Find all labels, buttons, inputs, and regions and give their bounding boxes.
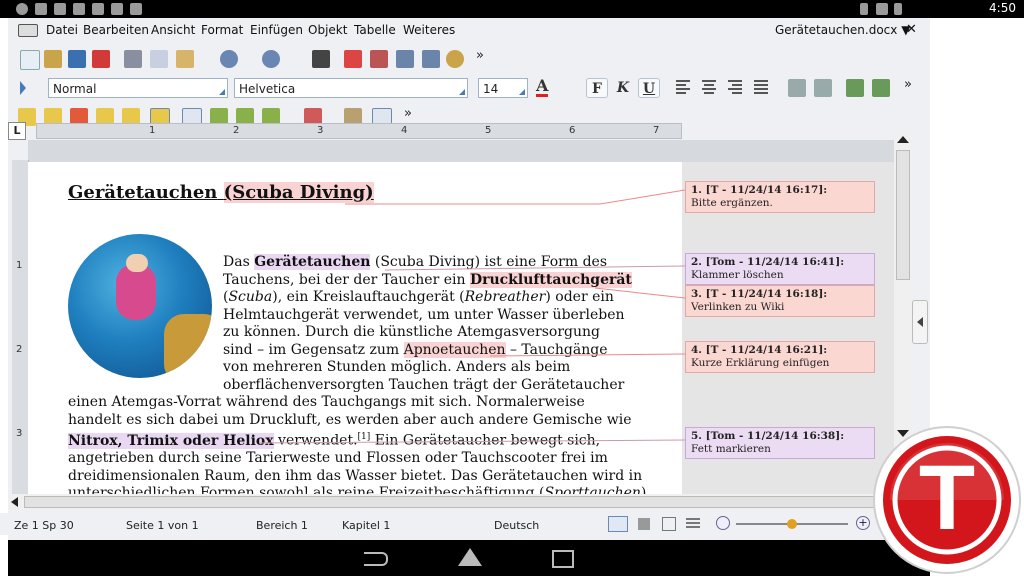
comment-4[interactable]: 4. [T - 11/24/14 16:21]: Kurze Erklärung … — [685, 341, 875, 373]
status-bar: Ze 1 Sp 30 Seite 1 von 1 Bereich 1 Kapit… — [0, 513, 922, 535]
logo-letter: T — [918, 447, 976, 549]
section-indicator: Bereich 1 — [256, 519, 308, 532]
scroll-thumb[interactable] — [24, 496, 884, 508]
page-view-icon[interactable] — [638, 518, 650, 530]
scroll-thumb[interactable] — [896, 150, 910, 280]
zoom-slider[interactable] — [736, 519, 848, 529]
comment-5[interactable]: 5. [Tom - 11/24/14 16:38]: Fett markieren — [685, 427, 875, 459]
recent-apps-icon[interactable] — [552, 550, 574, 568]
horizontal-scrollbar[interactable] — [8, 494, 894, 510]
cursor-position: Ze 1 Sp 30 — [14, 519, 74, 532]
comment-3[interactable]: 3. [T - 11/24/14 16:18]: Verlinken zu Wik… — [685, 285, 875, 317]
comment-1[interactable]: 1. [T - 11/24/14 16:17]: Bitte ergänzen. — [685, 181, 875, 213]
zoom-slider-thumb[interactable] — [787, 519, 797, 529]
master-view-icon[interactable] — [686, 518, 700, 530]
language-indicator[interactable]: Deutsch — [494, 519, 539, 532]
outline-view-icon[interactable] — [662, 517, 676, 531]
textmaker-logo: T — [872, 425, 1022, 575]
chapter-indicator: Kapitel 1 — [342, 519, 391, 532]
zoom-out-icon[interactable] — [716, 516, 730, 530]
scroll-up-icon[interactable] — [897, 136, 909, 143]
back-icon[interactable] — [364, 552, 388, 566]
sidebar-toggle-handle[interactable] — [912, 300, 928, 344]
scroll-left-icon[interactable] — [11, 497, 18, 507]
comment-2[interactable]: 2. [Tom - 11/24/14 16:41]: Klammer lösche… — [685, 253, 875, 285]
zoom-in-icon[interactable]: + — [856, 516, 870, 530]
page-indicator: Seite 1 von 1 — [126, 519, 199, 532]
android-navigation-bar — [8, 540, 930, 576]
normal-view-icon[interactable] — [608, 516, 628, 532]
home-icon[interactable] — [458, 548, 482, 566]
